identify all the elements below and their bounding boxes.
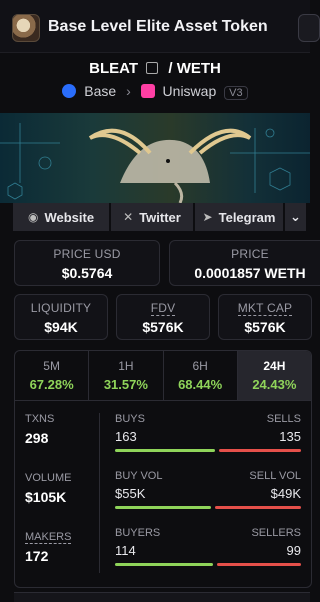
buyvol-sellvol-row: BUY VOL SELL VOL $55K $49K — [115, 470, 301, 520]
website-label: Website — [44, 209, 95, 225]
price-usd-value: $0.5764 — [61, 265, 113, 281]
tab-24h-change: 24.43% — [252, 377, 297, 392]
token-banner-image — [0, 113, 310, 203]
sells-value: 135 — [279, 429, 301, 444]
pair-quote: WETH — [176, 60, 221, 77]
chevron-right-icon: › — [126, 83, 131, 99]
timeframe-tabs: 5M 67.28% 1H 31.57% 6H 68.44% 24H 24.43% — [14, 350, 312, 401]
tab-24h[interactable]: 24H 24.43% — [237, 351, 311, 401]
buyers-value: 114 — [115, 543, 136, 558]
token-logo — [12, 14, 40, 42]
price-native-value: 0.0001857 WETH — [194, 265, 306, 281]
sellvol-value: $49K — [270, 486, 301, 501]
globe-icon: ◉ — [27, 210, 39, 224]
pair-title: BLEAT / WETH — [0, 60, 310, 77]
sellvol-bar — [215, 506, 301, 509]
price-native-label: PRICE — [231, 247, 269, 261]
mktcap-label-text: MKT CAP — [237, 301, 293, 316]
tab-1h-change: 31.57% — [103, 377, 148, 392]
copy-icon[interactable] — [146, 62, 159, 74]
tab-6h-change: 68.44% — [178, 377, 223, 392]
sells-label: SELLS — [266, 413, 301, 425]
base-chain-icon — [62, 84, 77, 98]
more-links-button[interactable]: ⌄ — [285, 203, 306, 231]
buys-bar — [115, 449, 215, 452]
buys-sells-row: BUYS SELLS 163 135 — [115, 413, 301, 463]
price-usd-card: PRICE USD $0.5764 — [14, 240, 160, 286]
chevron-down-icon: ⌄ — [290, 209, 301, 224]
sellvol-label: SELL VOL — [249, 470, 301, 482]
liquidity-card: LIQUIDITY $94K — [14, 294, 108, 340]
price-usd-label: PRICE USD — [53, 247, 121, 261]
fdv-card: FDV $576K — [116, 294, 210, 340]
token-name: Base Level Elite Asset Token — [48, 18, 268, 35]
menu-button[interactable] — [298, 14, 320, 42]
mktcap-value: $576K — [244, 319, 286, 335]
tab-5m-change: 67.28% — [29, 377, 74, 392]
telegram-link[interactable]: ➤ Telegram — [195, 203, 283, 231]
buyers-bar — [115, 563, 213, 566]
social-links: ◉ Website ✕ Twitter ➤ Telegram ⌄ — [13, 203, 310, 231]
tab-6h[interactable]: 6H 68.44% — [164, 351, 238, 401]
fdv-value: $576K — [142, 319, 184, 335]
stats-summary: TXNS 298 VOLUME $105K MAKERS 172 — [25, 413, 105, 564]
website-link[interactable]: ◉ Website — [13, 203, 109, 231]
mktcap-label: MKT CAP — [219, 301, 311, 316]
price-native-card: PRICE 0.0001857 WETH — [169, 240, 320, 286]
telegram-icon: ➤ — [202, 210, 213, 224]
trade-stats: TXNS 298 VOLUME $105K MAKERS 172 BUYS SE… — [14, 400, 312, 588]
chain-link[interactable]: Base — [84, 83, 116, 99]
volume-label: VOLUME — [25, 472, 72, 484]
liquidity-label: LIQUIDITY — [30, 301, 92, 315]
sellers-label: SELLERS — [251, 527, 301, 539]
mktcap-card: MKT CAP $576K — [218, 294, 312, 340]
tab-5m-label: 5M — [43, 359, 60, 373]
pair-separator: / — [168, 60, 173, 77]
uniswap-icon — [140, 84, 155, 98]
buyvol-bar — [115, 506, 211, 509]
liquidity-value: $94K — [44, 319, 78, 335]
tab-6h-label: 6H — [192, 359, 208, 373]
tab-5m[interactable]: 5M 67.28% — [15, 351, 90, 401]
tab-24h-label: 24H — [263, 359, 286, 373]
fdv-label: FDV — [117, 301, 209, 316]
buyers-sellers-row: BUYERS SELLERS 114 99 — [115, 527, 301, 577]
tab-1h[interactable]: 1H 31.57% — [89, 351, 164, 401]
chain-breadcrumb: Base › Uniswap V3 — [0, 83, 310, 100]
fdv-label-text: FDV — [150, 301, 176, 316]
dex-version-badge: V3 — [224, 86, 248, 100]
tab-1h-label: 1H — [118, 359, 134, 373]
buyvol-label: BUY VOL — [115, 470, 163, 482]
telegram-label: Telegram — [218, 209, 276, 225]
volume-value: $105K — [25, 489, 67, 505]
buys-label: BUYS — [115, 413, 145, 425]
x-icon: ✕ — [123, 210, 134, 224]
makers-label-text: MAKERS — [25, 531, 72, 544]
stats-panel: PRICE USD $0.5764 PRICE 0.0001857 WETH L… — [14, 236, 320, 588]
sells-bar — [219, 449, 301, 452]
txns-value: 298 — [25, 430, 49, 446]
pair-base: BLEAT — [89, 60, 139, 77]
sellers-bar — [217, 563, 301, 566]
twitter-label: Twitter — [139, 209, 181, 225]
buyers-label: BUYERS — [115, 527, 161, 539]
top-bar: Base Level Elite Asset Token — [0, 0, 320, 53]
buyvol-value: $55K — [115, 486, 146, 501]
twitter-link[interactable]: ✕ Twitter — [111, 203, 193, 231]
dex-link[interactable]: Uniswap — [163, 83, 217, 99]
txns-label: TXNS — [25, 413, 55, 425]
buys-value: 163 — [115, 429, 137, 444]
makers-label: MAKERS — [25, 531, 105, 544]
makers-value: 172 — [25, 548, 49, 564]
stats-divider — [99, 413, 100, 573]
sellers-value: 99 — [286, 543, 301, 558]
